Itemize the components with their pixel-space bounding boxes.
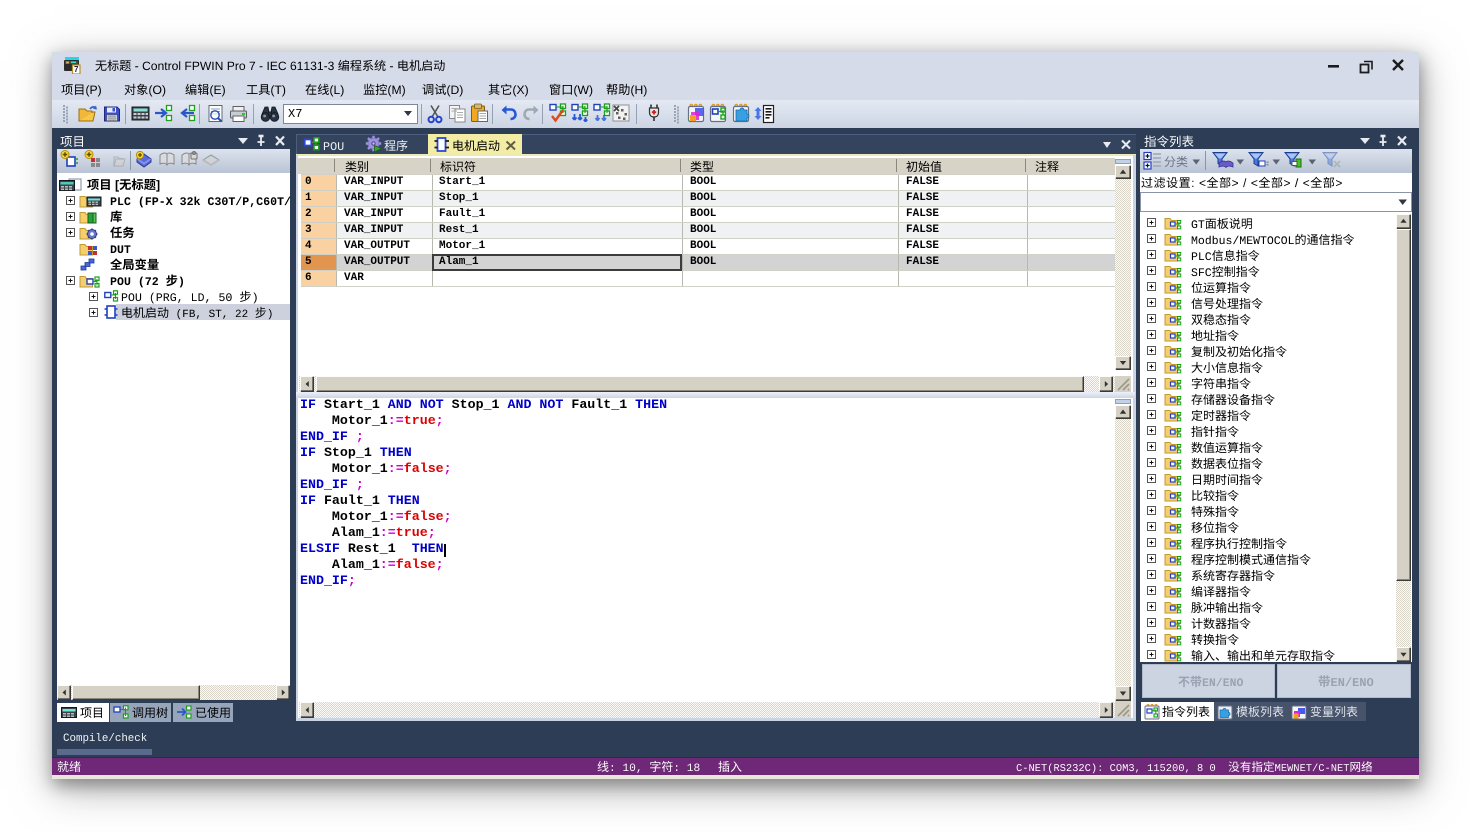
svg-text:7: 7 xyxy=(74,65,79,74)
